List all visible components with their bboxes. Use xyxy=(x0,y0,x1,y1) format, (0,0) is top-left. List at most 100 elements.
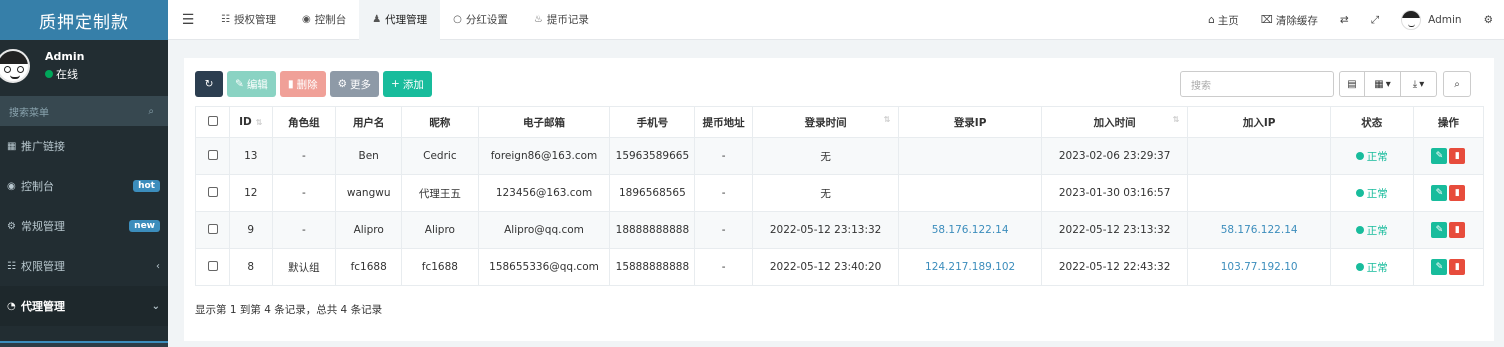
search-icon[interactable]: ⌕ xyxy=(148,106,154,117)
cell-nickname: Cedric xyxy=(401,137,479,175)
search-toggle-button[interactable]: ⌕ xyxy=(1443,71,1471,97)
delete-button[interactable]: ▮ 删除 xyxy=(279,71,326,97)
columns-dropdown[interactable]: ▦ ▾ xyxy=(1365,71,1401,97)
sidebar-item-label: 权限管理 xyxy=(21,260,65,273)
table-row[interactable]: 8 默认组 fc1688 fc1688 158655336@qq.com 158… xyxy=(195,248,1485,286)
fullscreen-button[interactable]: ⤢ xyxy=(1360,14,1390,27)
tab-1[interactable]: ◉ 控制台 xyxy=(289,0,359,40)
sidebar-badge: new xyxy=(129,220,160,232)
tab-0[interactable]: ☷ 授权管理 xyxy=(208,0,289,40)
row-edit-button[interactable]: ✎ xyxy=(1431,259,1448,275)
join-ip-link[interactable]: 58.176.122.14 xyxy=(1221,224,1298,236)
status-dot-icon xyxy=(1355,152,1364,160)
tab-3[interactable]: ○ 分红设置 xyxy=(440,0,521,40)
add-label: 添加 xyxy=(402,78,424,91)
cell-login-ip[interactable] xyxy=(898,174,1042,212)
refresh-button[interactable]: ↻ xyxy=(195,71,223,97)
col-id[interactable]: ID ⇅ xyxy=(229,106,273,138)
user-panel: Admin 在线 xyxy=(0,40,168,92)
home-link[interactable]: ⌂ 主页 xyxy=(1197,13,1250,28)
row-checkbox-cell[interactable] xyxy=(195,174,230,212)
sidebar-item-3[interactable]: ☷ 权限管理 ‹ xyxy=(0,246,168,286)
cell-login-ip[interactable]: 124.217.189.102 xyxy=(898,248,1042,286)
cell-address: - xyxy=(694,174,753,212)
select-all-checkbox[interactable] xyxy=(207,115,218,126)
col-nickname: 昵称 xyxy=(401,106,479,138)
cell-join-ip[interactable]: 103.77.192.10 xyxy=(1187,248,1331,286)
sidebar-item-1[interactable]: ◉ 控制台 hot xyxy=(0,166,168,206)
row-checkbox[interactable] xyxy=(207,186,218,197)
cell-address: - xyxy=(694,211,753,249)
tab-label: 代理管理 xyxy=(385,14,428,26)
cell-login-ip[interactable] xyxy=(898,137,1042,175)
cell-nickname: fc1688 xyxy=(401,248,479,286)
row-edit-button[interactable]: ✎ xyxy=(1431,222,1448,238)
select-all-checkbox-cell[interactable] xyxy=(195,106,230,138)
sidebar-item-4[interactable]: ◔ 代理管理 ⌄ xyxy=(0,286,168,326)
status-dot-icon xyxy=(1355,263,1364,271)
row-delete-button[interactable]: ▮ xyxy=(1449,259,1466,275)
cell-username: Ben xyxy=(335,137,403,175)
row-delete-button[interactable]: ▮ xyxy=(1449,148,1466,164)
home-icon: ⌂ xyxy=(1208,14,1215,26)
settings-button[interactable]: ⚙ xyxy=(1473,14,1504,26)
tab-label: 控制台 xyxy=(314,14,347,26)
user-menu[interactable]: Admin xyxy=(1390,10,1472,30)
cell-actions: ✎ ▮ xyxy=(1412,137,1485,175)
tab-2[interactable]: ♟ 代理管理 xyxy=(359,0,441,40)
edit-button[interactable]: ✎ 编辑 xyxy=(227,71,276,97)
tab-icon: ♨ xyxy=(533,14,543,25)
sidebar-item-0[interactable]: ▦ 推广链接 xyxy=(0,126,168,166)
menu-toggle-icon[interactable]: ☰ xyxy=(168,12,208,28)
cell-email: foreign86@163.com xyxy=(477,137,611,175)
sidebar-active-indicator xyxy=(0,341,168,347)
row-delete-button[interactable]: ▮ xyxy=(1449,222,1466,238)
app-logo[interactable]: 质押定制款 xyxy=(0,0,168,40)
user-menu-label: Admin xyxy=(1428,14,1462,26)
row-checkbox[interactable] xyxy=(207,223,218,234)
toolbar: ↻ ✎ 编辑 ▮ 删除 ⚙ 更多 + 添加 xyxy=(195,71,432,97)
cell-join-time: 2023-02-06 23:29:37 xyxy=(1040,137,1189,175)
language-button[interactable]: ⇄ xyxy=(1329,14,1360,26)
refresh-icon: ↻ xyxy=(204,78,214,90)
tab-4[interactable]: ♨ 提币记录 xyxy=(521,0,602,40)
cell-join-ip[interactable]: 58.176.122.14 xyxy=(1187,211,1331,249)
row-checkbox-cell[interactable] xyxy=(195,137,230,175)
login-ip-link[interactable]: 58.176.122.14 xyxy=(932,224,1009,236)
row-delete-button[interactable]: ▮ xyxy=(1449,185,1466,201)
user-status-label: 在线 xyxy=(56,68,78,81)
row-checkbox[interactable] xyxy=(207,149,218,160)
sidebar-search-input[interactable]: 搜索菜单 ⌕ xyxy=(0,96,168,126)
cell-login-ip[interactable]: 58.176.122.14 xyxy=(898,211,1042,249)
row-checkbox-cell[interactable] xyxy=(195,248,230,286)
avatar xyxy=(1401,10,1422,30)
tab-label: 分红设置 xyxy=(465,14,508,26)
row-edit-button[interactable]: ✎ xyxy=(1431,185,1448,201)
table-row[interactable]: 9 - Alipro Alipro Alipro@qq.com 18888888… xyxy=(195,211,1485,249)
cell-actions: ✎ ▮ xyxy=(1412,248,1485,286)
col-join-time[interactable]: 加入时间 ⇅ xyxy=(1040,106,1189,138)
clear-cache-button[interactable]: ⌧ 清除缓存 xyxy=(1250,13,1329,28)
user-name: Admin xyxy=(45,50,85,63)
cell-login-time: 2022-05-12 23:40:20 xyxy=(751,248,900,286)
table-header-row: ID ⇅ 角色组 用户名 昵称 电子邮箱 手机号 提币地址 登录时间 ⇅ 登录IP … xyxy=(195,106,1485,138)
col-login-time[interactable]: 登录时间 ⇅ xyxy=(751,106,900,138)
row-checkbox[interactable] xyxy=(207,260,218,271)
table-row[interactable]: 12 - wangwu 代理王五 123456@163.com 18965685… xyxy=(195,174,1485,212)
toggle-view-button[interactable]: ▤ xyxy=(1339,71,1365,97)
cell-join-ip[interactable] xyxy=(1187,137,1331,175)
group-icon: ☷ xyxy=(7,260,16,272)
table-row[interactable]: 13 - Ben Cedric foreign86@163.com 159635… xyxy=(195,137,1485,175)
sidebar-item-label: 推广链接 xyxy=(21,140,65,153)
table-search-input[interactable]: 搜索 xyxy=(1180,71,1334,97)
login-ip-link[interactable]: 124.217.189.102 xyxy=(925,261,1015,273)
join-ip-link[interactable]: 103.77.192.10 xyxy=(1221,261,1298,273)
add-button[interactable]: + 添加 xyxy=(383,71,432,97)
more-button[interactable]: ⚙ 更多 xyxy=(329,71,380,97)
sidebar-item-2[interactable]: ⚙ 常规管理 new xyxy=(0,206,168,246)
more-label: 更多 xyxy=(350,78,372,91)
row-checkbox-cell[interactable] xyxy=(195,211,230,249)
row-edit-button[interactable]: ✎ xyxy=(1431,148,1448,164)
cell-join-ip[interactable] xyxy=(1187,174,1331,212)
export-dropdown[interactable]: ⤓ ▾ xyxy=(1401,71,1437,97)
